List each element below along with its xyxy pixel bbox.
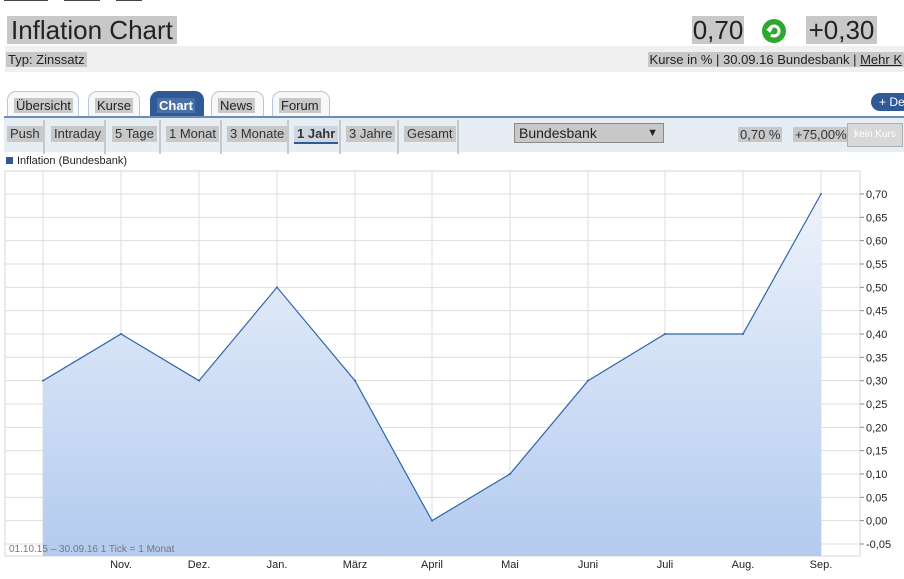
x-tick-label: Aug. [732,559,755,571]
data-point [276,286,278,289]
data-point [120,333,122,335]
data-point [42,379,44,382]
x-tick-label: März [343,559,367,571]
x-tick-label: Dez. [188,559,211,571]
y-tick-label: 0,45 [866,306,887,318]
y-tick-label: 0,30 [866,376,887,388]
data-point [820,193,822,195]
y-tick-label: 0,15 [866,446,887,458]
y-tick-label: 0,70 [866,189,887,201]
inflation-chart: 0,70 0,65 0,60 0,55 0,50 0,45 0,40 0,35 0,30 0,25… [4,170,891,571]
chart-range-note: 01.10.15 – 30.09.16 1 Tick = 1 Monat [9,544,175,555]
x-tick-label: Nov. [110,559,132,571]
y-tick-label: 0,50 [866,282,887,294]
x-tick-label: Sep. [810,559,833,571]
data-point [742,333,744,335]
y-tick-label: 0,25 [866,399,887,411]
data-point [664,333,666,335]
y-tick-label: 0,00 [866,516,887,528]
data-point [198,379,200,382]
y-tick-label: -0,05 [866,539,891,551]
data-point [431,519,433,522]
data-point [509,473,511,475]
x-tick-label: Jan. [267,559,288,571]
data-point [354,379,356,382]
y-axis: 0,70 0,65 0,60 0,55 0,50 0,45 0,40 0,35 0,30 0,25… [860,189,891,551]
y-tick-label: 0,60 [866,236,887,248]
y-tick-label: 0,10 [866,469,887,481]
x-tick-label: Juli [657,559,674,571]
y-tick-label: 0,05 [866,492,887,504]
y-tick-label: 0,65 [866,212,887,224]
y-tick-label: 0,55 [866,259,887,271]
y-tick-label: 0,40 [866,329,887,341]
x-tick-label: Mai [501,559,519,571]
x-tick-label: April [421,559,443,571]
x-tick-label: Juni [578,559,598,571]
y-tick-label: 0,20 [866,422,887,434]
data-point [587,379,589,382]
y-tick-label: 0,35 [866,352,887,364]
